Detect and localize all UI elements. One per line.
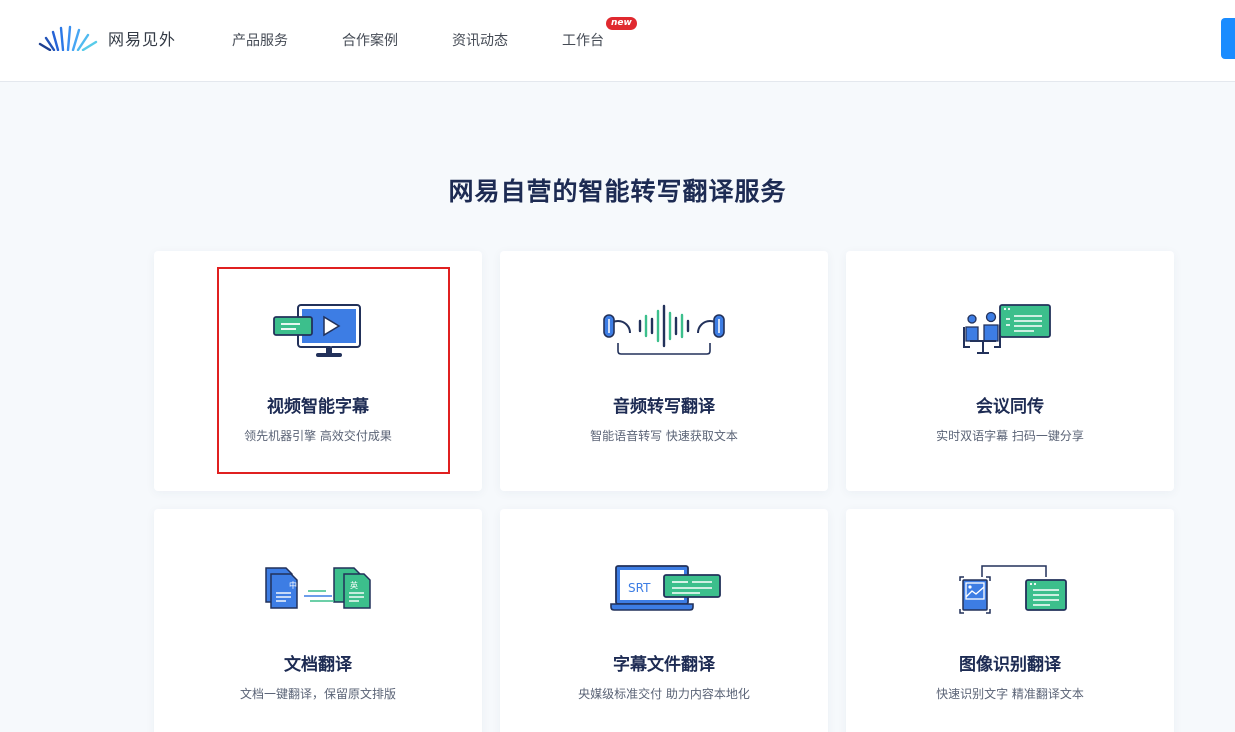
nav-news[interactable]: 资讯动态	[452, 30, 508, 50]
svg-text:SRT: SRT	[628, 581, 651, 595]
logo-mark-icon	[38, 25, 98, 51]
card-description: 领先机器引擎 高效交付成果	[244, 429, 392, 443]
image-ocr-icon	[930, 559, 1090, 639]
card-title: 视频智能字幕	[267, 397, 369, 417]
nav-workbench[interactable]: 工作台	[562, 30, 604, 50]
new-badge: new	[606, 17, 637, 30]
card-title: 字幕文件翻译	[613, 655, 715, 675]
card-subtitle-file-translate[interactable]: SRT 字幕文件翻译 央媒级标准交付 助力内容本地化	[500, 509, 828, 732]
audio-transcribe-icon	[584, 301, 744, 381]
card-image-ocr-translate[interactable]: 图像识别翻译 快速识别文字 精准翻译文本	[846, 509, 1174, 732]
card-description: 快速识别文字 精准翻译文本	[936, 687, 1084, 701]
card-title: 图像识别翻译	[959, 655, 1061, 675]
section-title: 网易自营的智能转写翻译服务	[448, 177, 787, 206]
card-audio-transcribe[interactable]: 音频转写翻译 智能语音转写 快速获取文本	[500, 251, 828, 491]
card-document-translate[interactable]: 中 英 文档翻译 文档一键翻译，保留原文排版	[154, 509, 482, 732]
card-description: 智能语音转写 快速获取文本	[590, 429, 738, 443]
video-subtitle-icon	[238, 301, 398, 381]
meeting-interpretation-icon	[930, 301, 1090, 381]
nav-cases[interactable]: 合作案例	[342, 30, 398, 50]
logo-text: 网易见外	[108, 30, 177, 49]
document-translate-icon: 中 英	[238, 559, 398, 639]
card-description: 央媒级标准交付 助力内容本地化	[578, 687, 750, 701]
top-header: 网易见外 产品服务 合作案例 资讯动态 工作台 new	[0, 0, 1235, 82]
header-action-button[interactable]	[1221, 18, 1235, 59]
subtitle-file-icon: SRT	[584, 559, 744, 639]
svg-text:英: 英	[350, 580, 358, 590]
card-video-subtitle[interactable]: 视频智能字幕 领先机器引擎 高效交付成果	[154, 251, 482, 491]
card-title: 会议同传	[976, 397, 1044, 417]
card-description: 文档一键翻译，保留原文排版	[239, 687, 396, 701]
card-title: 文档翻译	[284, 655, 352, 675]
card-meeting-interpretation[interactable]: 会议同传 实时双语字幕 扫码一键分享	[846, 251, 1174, 491]
logo[interactable]: 网易见外	[38, 25, 176, 51]
card-description: 实时双语字幕 扫码一键分享	[936, 429, 1084, 443]
svg-text:中: 中	[289, 580, 297, 590]
nav-product-services[interactable]: 产品服务	[232, 30, 288, 50]
card-title: 音频转写翻译	[613, 397, 715, 417]
